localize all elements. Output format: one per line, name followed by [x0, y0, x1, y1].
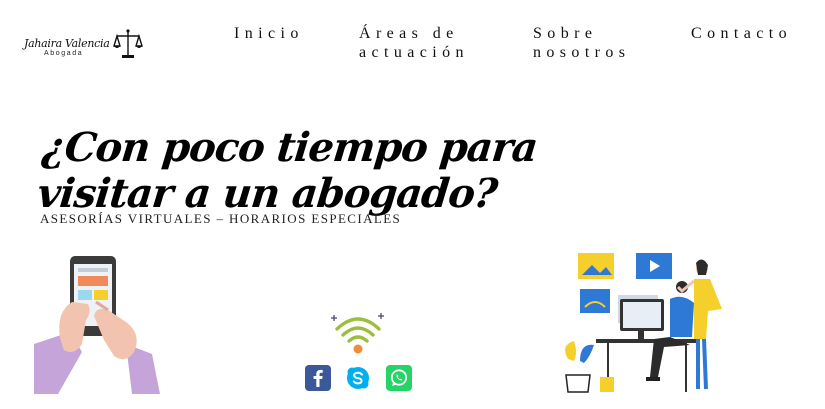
- headline-line: ¿Con poco tiempo para: [40, 123, 540, 171]
- nav-sobre-nosotros[interactable]: Sobre nosotros: [533, 24, 630, 62]
- headline-line: visitar a un abogado?: [35, 169, 500, 217]
- nav-label: Sobre: [533, 25, 598, 42]
- nav-label: Contacto: [691, 25, 792, 42]
- whatsapp-icon: [386, 365, 412, 391]
- wifi-icon: [331, 313, 384, 354]
- facebook-icon: [305, 365, 331, 391]
- hero-tagline: ASESORÍAS VIRTUALES – HORARIOS ESPECIALE…: [40, 211, 402, 226]
- nav-label: actuación: [359, 44, 469, 61]
- nav-inicio[interactable]: Inicio: [234, 24, 304, 43]
- whatsapp-button[interactable]: [386, 365, 412, 391]
- nav-contacto[interactable]: Contacto: [691, 24, 792, 43]
- skype-button[interactable]: [345, 365, 371, 391]
- nav-areas-de-actuacion[interactable]: Áreas de actuación: [359, 24, 469, 62]
- nav-label: Inicio: [234, 25, 304, 42]
- nav-label: nosotros: [533, 44, 631, 61]
- facebook-button[interactable]: [305, 365, 331, 391]
- hero-headline: ¿Con poco tiempo para visitar a un aboga…: [35, 123, 540, 217]
- main-nav: Inicio Áreas de actuación Sobre nosotros…: [0, 24, 825, 64]
- person-at-computer-illustration: [565, 253, 722, 393]
- nav-label: Áreas de: [359, 25, 459, 42]
- hands-holding-phone-illustration: [34, 256, 160, 394]
- skype-icon: [345, 365, 371, 391]
